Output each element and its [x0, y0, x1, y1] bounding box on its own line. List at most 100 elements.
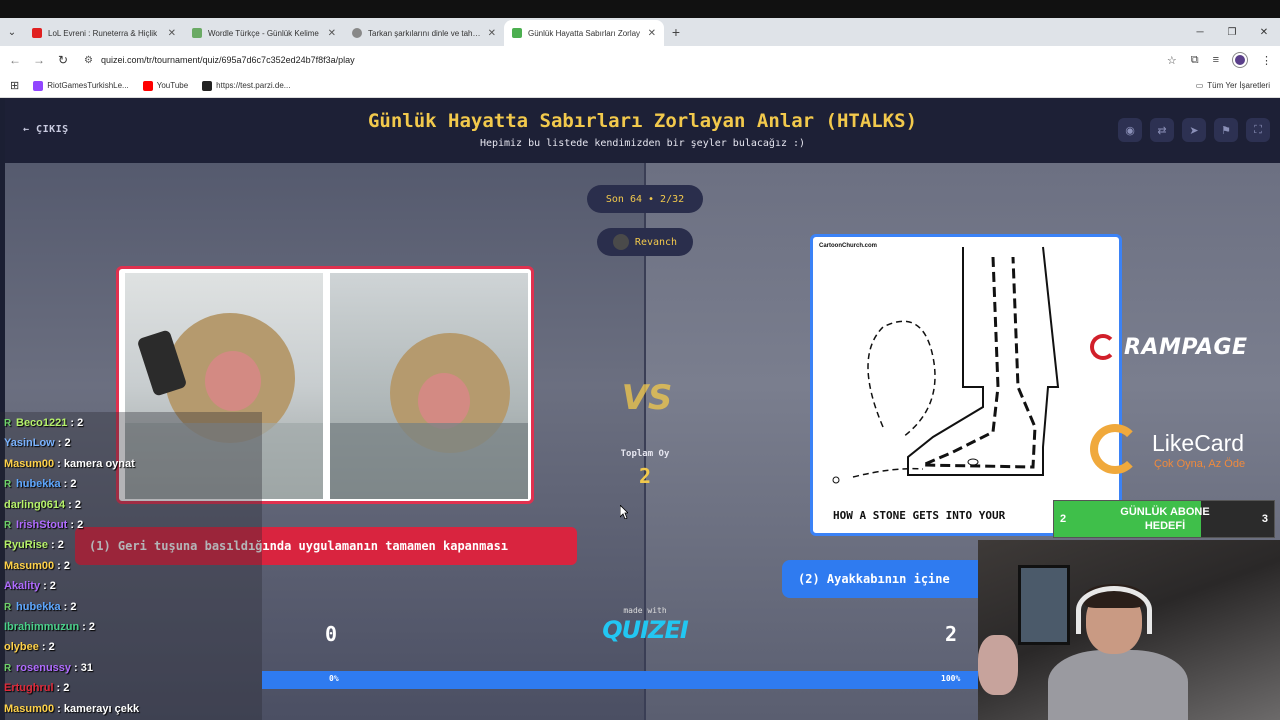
- right-option-card[interactable]: CartoonChurch.com HOW A STONE GETS INTO …: [810, 234, 1122, 536]
- url-field[interactable]: ⚙ quizei.com/tr/tournament/quiz/695a7d6c…: [80, 49, 1157, 71]
- chat-text: : kamerayı çekk: [57, 702, 140, 715]
- back-icon[interactable]: ←: [8, 53, 22, 67]
- share-icon[interactable]: ⇄: [1150, 118, 1174, 142]
- fullscreen-icon[interactable]: ⛶: [1246, 118, 1270, 142]
- chat-text: : 2: [43, 580, 56, 593]
- chat-message: Ibrahimmuzun: 2: [4, 618, 95, 636]
- chat-username[interactable]: Ibrahimmuzun: [4, 621, 79, 633]
- tab-title: Günlük Hayatta Sabırları Zorlay: [528, 28, 641, 38]
- new-tab-icon[interactable]: +: [664, 24, 688, 40]
- tab-close-icon[interactable]: ✕: [648, 28, 656, 39]
- bookmark-star-icon[interactable]: ☆: [1167, 54, 1177, 67]
- tab-title: LoL Evreni : Runeterra & Hiçlik: [48, 28, 158, 38]
- bookmark-item[interactable]: YouTube: [142, 80, 188, 91]
- close-window-icon[interactable]: ✕: [1248, 27, 1280, 38]
- chat-username[interactable]: rosenussy: [16, 662, 71, 674]
- browser-tab-active[interactable]: Günlük Hayatta Sabırları Zorlay ✕: [504, 20, 664, 46]
- round-badge: Son 64 • 2/32: [587, 185, 703, 213]
- youtube-icon: [142, 80, 153, 91]
- flag-icon[interactable]: ⚑: [1214, 118, 1238, 142]
- cartoon-caption: HOW A STONE GETS INTO YOUR: [833, 509, 1006, 522]
- tab-favicon-icon: [512, 28, 522, 38]
- chat-username[interactable]: Ertughrul: [4, 682, 54, 694]
- tab-title: Wordle Türkçe - Günlük Kelime: [208, 28, 319, 38]
- tab-favicon-icon: [192, 28, 202, 38]
- browser-tab[interactable]: Tarkan şarkılarını dinle ve tahmin ✕: [344, 20, 504, 46]
- twitch-icon: [33, 80, 44, 91]
- send-icon[interactable]: ➤: [1182, 118, 1206, 142]
- chat-message: Masum00: kamera oynat: [4, 455, 135, 473]
- chat-username[interactable]: IrishStout: [16, 519, 67, 531]
- stream-chat: R Beco1221: 2 YasinLow: 2 Masum00: kamera o…: [0, 412, 262, 720]
- chat-username[interactable]: Masum00: [4, 560, 54, 572]
- chat-message: RyuRise: 2: [4, 536, 64, 554]
- chat-username[interactable]: hubekka: [16, 601, 61, 613]
- bookmarks-bar: ⊞ RiotGamesTurkishLe... YouTube https://…: [0, 74, 1280, 98]
- tab-close-icon[interactable]: ✕: [328, 28, 336, 39]
- chat-text: : 2: [56, 682, 70, 695]
- restore-icon[interactable]: ❐: [1216, 27, 1248, 38]
- forward-icon[interactable]: →: [32, 53, 46, 67]
- chat-badge-icon: R: [4, 601, 12, 613]
- window-controls: ─ ❐ ✕: [1184, 18, 1280, 46]
- bookmark-item[interactable]: RiotGamesTurkishLe...: [33, 80, 129, 91]
- chat-username[interactable]: Masum00: [4, 703, 54, 715]
- all-bookmarks[interactable]: ▭ Tüm Yer İşaretleri: [1196, 81, 1270, 90]
- minimize-icon[interactable]: ─: [1184, 27, 1216, 38]
- folder-icon: ▭: [1195, 81, 1204, 90]
- tab-search-icon[interactable]: ⌄: [0, 27, 24, 38]
- chat-text: : 2: [70, 417, 84, 429]
- tab-title: Tarkan şarkılarını dinle ve tahmin: [368, 28, 482, 38]
- extensions-icon[interactable]: ⧉: [1191, 54, 1199, 67]
- tab-close-icon[interactable]: ✕: [488, 28, 496, 39]
- mouse-cursor-icon: [620, 505, 628, 519]
- site-info-icon[interactable]: ⚙: [84, 55, 93, 66]
- chat-text: : 2: [57, 559, 70, 572]
- chat-username[interactable]: RyuRise: [4, 539, 48, 551]
- apps-icon[interactable]: ⊞: [10, 79, 19, 92]
- screen-top-strip: [0, 0, 1280, 18]
- browser-tab[interactable]: LoL Evreni : Runeterra & Hiçlik ✕: [24, 20, 184, 46]
- browser-tab[interactable]: Wordle Türkçe - Günlük Kelime ✕: [184, 20, 344, 46]
- chat-username[interactable]: Akality: [4, 580, 40, 592]
- chat-badge-icon: R: [4, 479, 12, 491]
- reload-icon[interactable]: ↻: [56, 53, 70, 67]
- chat-text: : 2: [57, 437, 71, 450]
- chat-username[interactable]: Masum00: [4, 458, 54, 470]
- total-votes-value: 2: [638, 464, 652, 488]
- chat-badge-icon: R: [4, 520, 12, 531]
- eye-icon[interactable]: ◉: [1118, 118, 1142, 142]
- tab-close-icon[interactable]: ✕: [168, 28, 176, 39]
- chat-text: : 2: [41, 641, 55, 654]
- chat-username[interactable]: olybee: [4, 641, 39, 653]
- tab-favicon-icon: [32, 28, 42, 38]
- revanch-badge[interactable]: Revanch: [597, 228, 693, 256]
- left-percent: 0%: [329, 674, 339, 683]
- chat-username[interactable]: darling0614: [4, 499, 65, 511]
- media-icon[interactable]: ≡: [1213, 54, 1219, 66]
- rampage-logo: RAMPAGE: [1090, 334, 1248, 360]
- chat-username[interactable]: Beco1221: [16, 417, 67, 429]
- chat-badge-icon: R: [4, 662, 12, 674]
- menu-icon[interactable]: ⋮: [1261, 54, 1272, 67]
- chat-message: Rrosenussy: 31: [4, 659, 93, 677]
- monkey-facepalm-image: [330, 273, 528, 499]
- chat-text: : 2: [68, 498, 81, 511]
- chat-username[interactable]: hubekka: [16, 478, 61, 490]
- chat-username[interactable]: YasinLow: [4, 437, 55, 449]
- bookmark-item[interactable]: https://test.parzi.de...: [202, 80, 290, 91]
- chat-text: : 2: [70, 519, 84, 531]
- chat-text: : 2: [82, 621, 96, 633]
- chat-message: olybee: 2: [4, 638, 55, 656]
- site-icon: [202, 80, 213, 91]
- right-percent: 100%: [941, 674, 961, 683]
- chat-message: Rhubekka: 2: [4, 475, 76, 493]
- right-option-button[interactable]: (2) Ayakkabının içine: [782, 560, 1002, 598]
- chat-message: darling0614: 2: [4, 496, 81, 514]
- total-votes-label: Toplam Oy: [620, 449, 670, 459]
- page-subtitle: Hepimiz bu listede kendimizden bir şeyle…: [479, 138, 806, 149]
- quizei-logo[interactable]: QUIZEI: [595, 616, 695, 644]
- rampage-icon: [1090, 334, 1116, 360]
- tab-favicon-icon: [352, 28, 362, 38]
- profile-avatar[interactable]: [1233, 53, 1247, 67]
